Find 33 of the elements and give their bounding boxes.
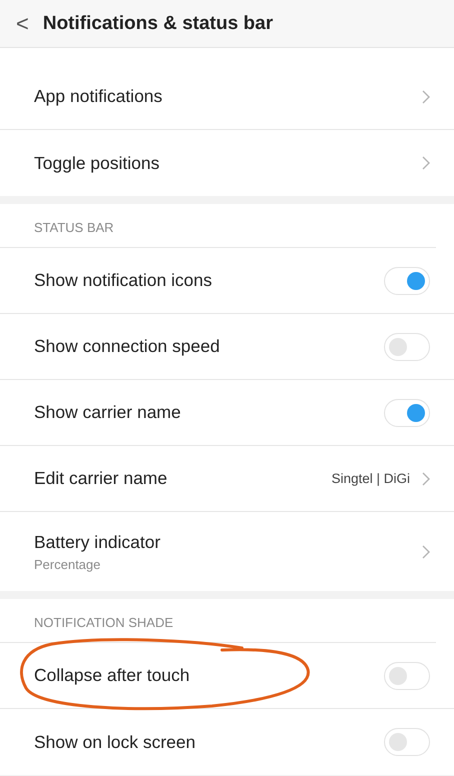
screen-title: Notifications & status bar: [42, 12, 274, 34]
settings-row[interactable]: Battery indicator Percentage: [0, 512, 454, 591]
settings-row[interactable]: Toggle positions: [0, 130, 454, 196]
row-label: Show on lock screen: [34, 732, 196, 752]
settings-row[interactable]: Edit carrier name Singtel | DiGi: [0, 446, 454, 512]
section-heading: STATUS BAR: [0, 204, 436, 248]
back-button[interactable]: <: [0, 10, 43, 36]
toggle-switch[interactable]: [384, 332, 430, 360]
row-label: Show connection speed: [34, 336, 221, 357]
row-label: Edit carrier name: [34, 468, 168, 489]
toggle-switch[interactable]: [384, 266, 430, 294]
chevron-icon: [422, 90, 430, 104]
row-label: Toggle positions: [34, 152, 160, 174]
row-label: App notifications: [34, 86, 164, 107]
row-label: Battery indicator: [34, 532, 162, 552]
toggle-switch[interactable]: [384, 398, 430, 426]
row-value: Singtel | DiGi: [331, 471, 410, 486]
chevron-icon: [422, 544, 430, 558]
chevron-icon: [422, 472, 430, 486]
settings-row[interactable]: Show carrier name: [0, 380, 454, 446]
row-subtitle: Percentage: [34, 556, 102, 572]
settings-row[interactable]: Show connection speed: [0, 314, 454, 380]
row-label: Collapse after touch: [34, 665, 191, 686]
row-label: Show notification icons: [34, 270, 214, 291]
settings-row[interactable]: Show notification icons: [0, 248, 454, 314]
section-heading: NOTIFICATION SHADE: [0, 599, 436, 643]
chevron-icon: [422, 156, 430, 170]
toggle-switch[interactable]: [384, 662, 430, 690]
settings-row[interactable]: App notifications: [0, 64, 454, 130]
settings-row[interactable]: Show on lock screen: [0, 709, 454, 775]
row-label: Show carrier name: [34, 402, 182, 423]
settings-row[interactable]: Collapse after touch: [0, 643, 454, 709]
toggle-switch[interactable]: [384, 728, 430, 756]
